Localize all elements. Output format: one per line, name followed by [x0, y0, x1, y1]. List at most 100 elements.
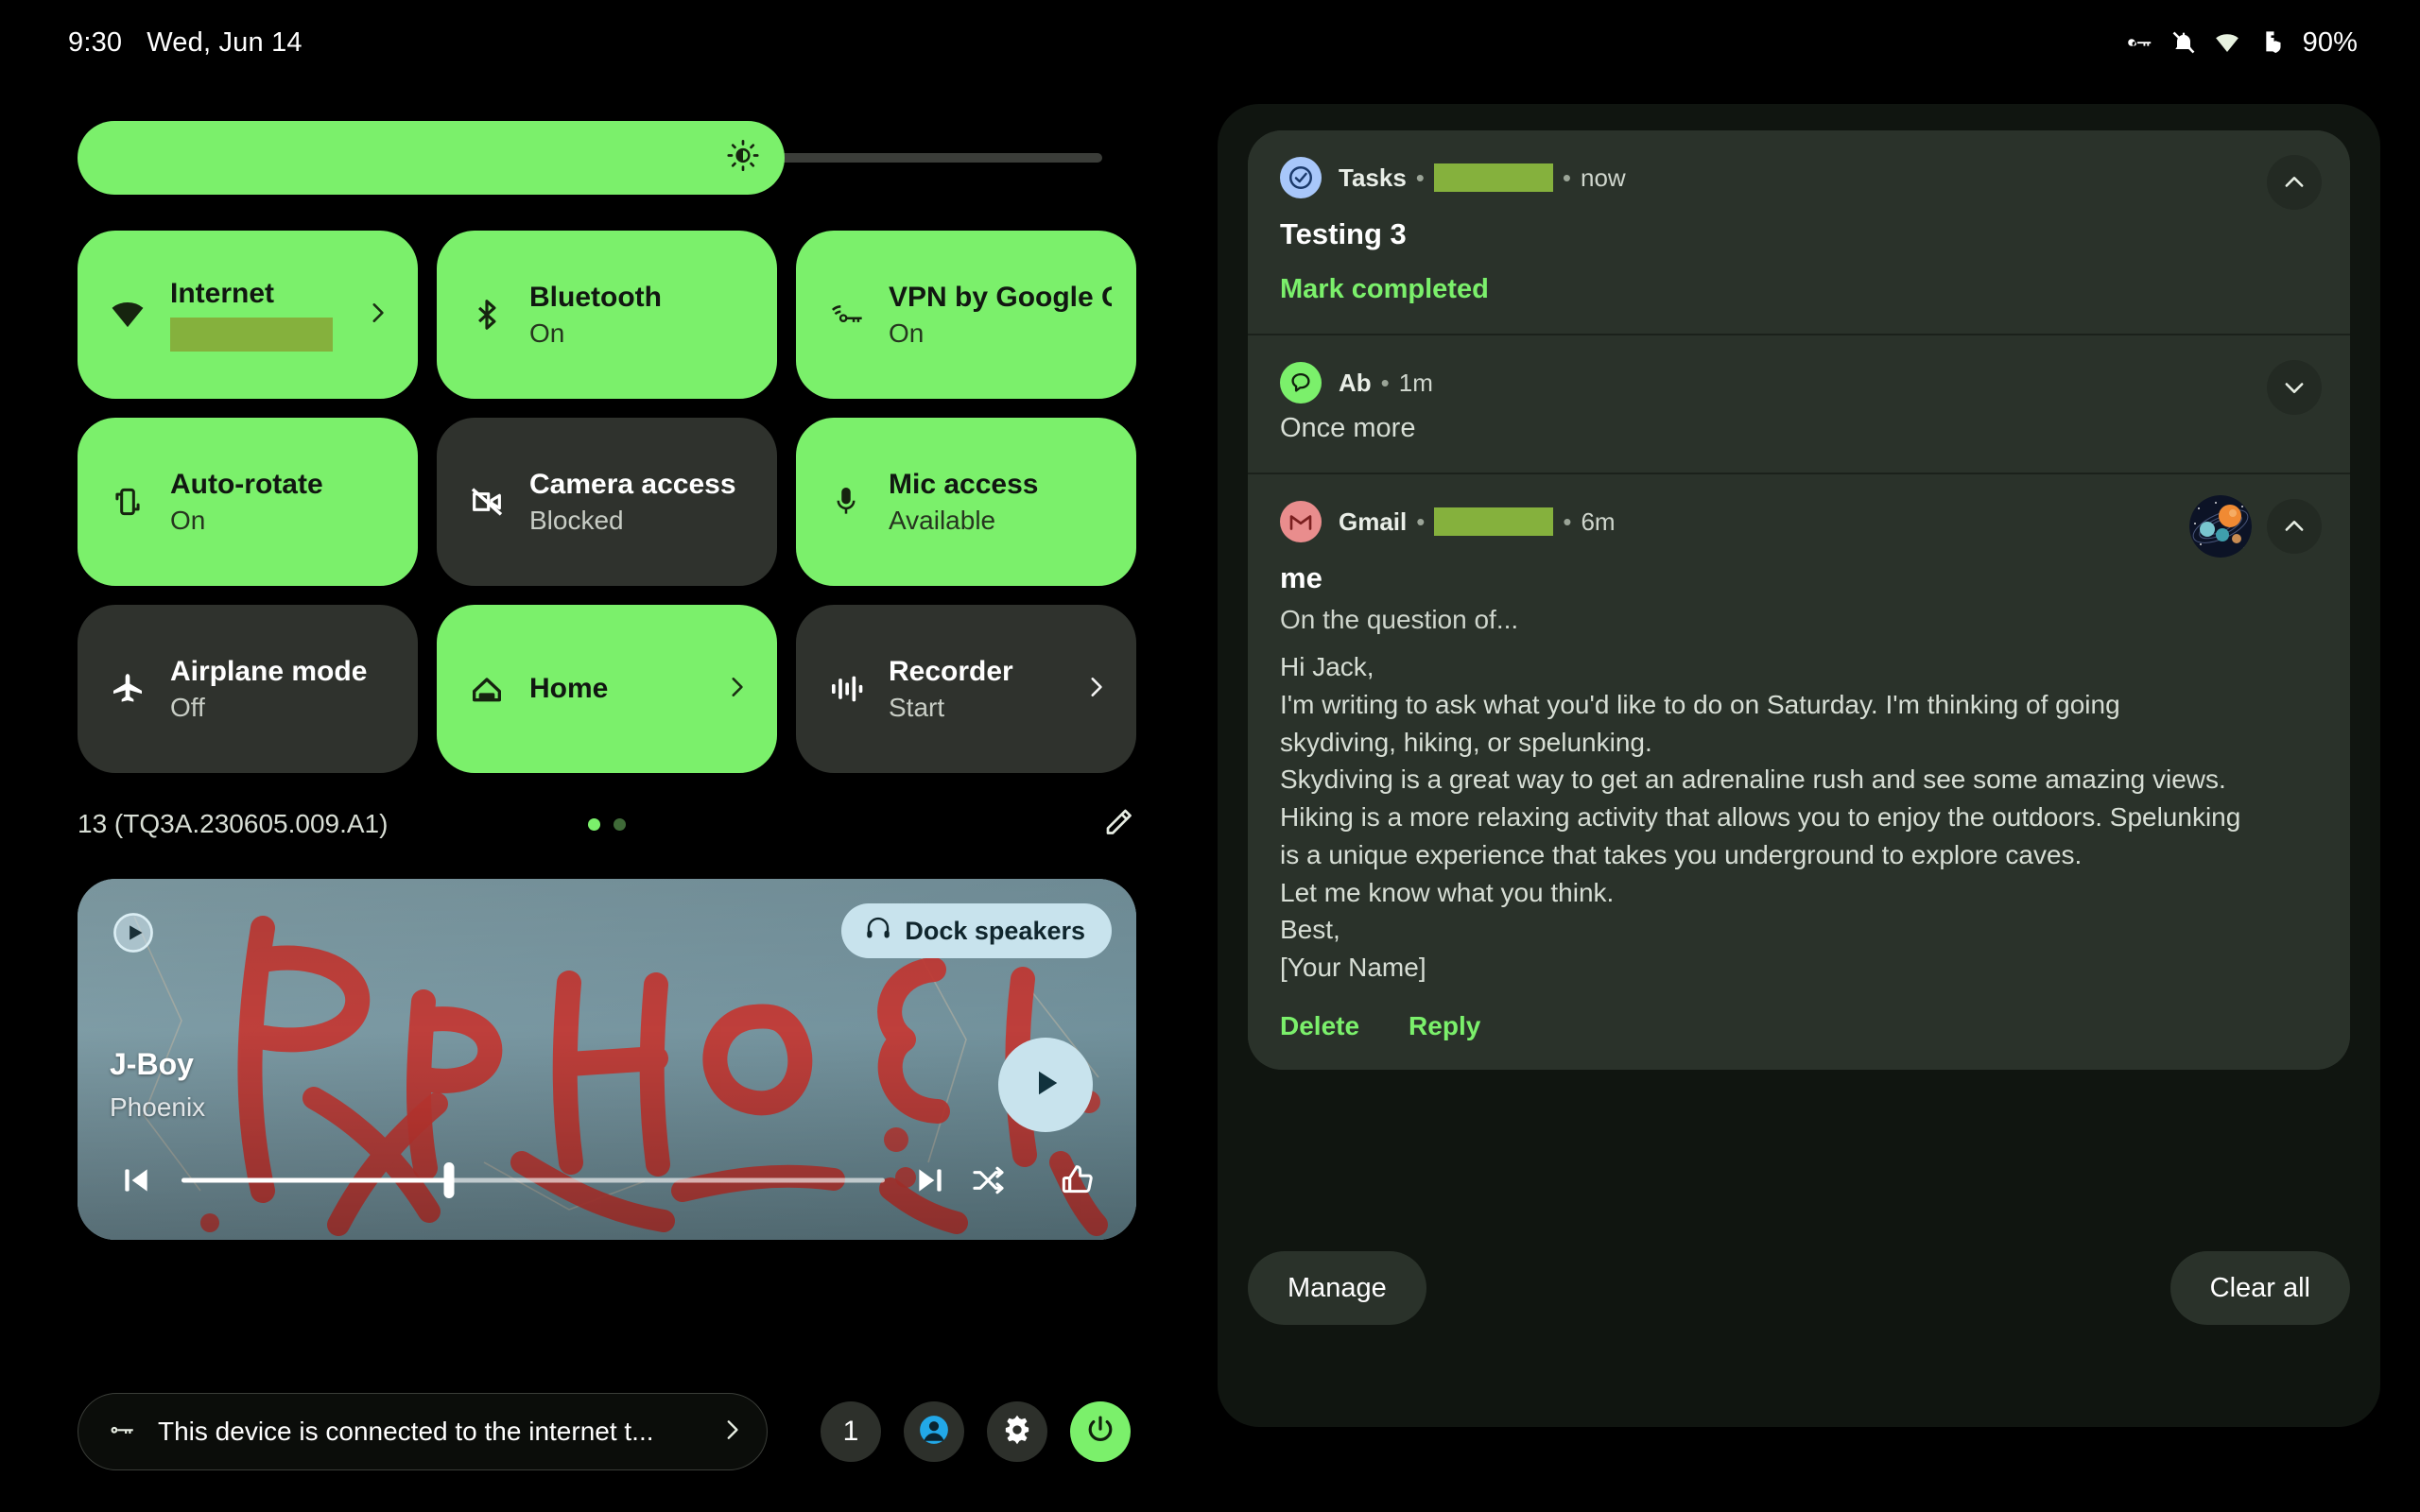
- brightness-icon: [725, 138, 761, 179]
- notification-header: Ab • 1m: [1280, 362, 2318, 404]
- skip-previous-icon[interactable]: [112, 1161, 161, 1199]
- battery-percent: 90%: [2302, 26, 2358, 58]
- tile-vpn-text: VPN by Google One On: [889, 282, 1112, 349]
- notification-action-reply[interactable]: Reply: [1409, 1011, 1480, 1041]
- manage-button[interactable]: Manage: [1248, 1251, 1426, 1325]
- media-seek-thumb[interactable]: [443, 1162, 455, 1198]
- body-line: Hiking is a more relaxing activity that …: [1280, 802, 2241, 832]
- brightness-slider[interactable]: [78, 121, 1102, 195]
- power-icon: [1083, 1413, 1117, 1452]
- tile-home[interactable]: Home: [437, 605, 777, 773]
- tile-bluetooth-text: Bluetooth On: [529, 282, 752, 349]
- chevron-up-icon[interactable]: [2267, 499, 2322, 554]
- vpn-key-icon: [822, 296, 870, 334]
- home-icon: [463, 670, 510, 708]
- planets-avatar-icon: [2189, 495, 2252, 558]
- notification-action-mark-completed[interactable]: Mark completed: [1280, 274, 2318, 305]
- page-dot-2[interactable]: [614, 817, 626, 831]
- status-date: Wed, Jun 14: [147, 26, 302, 58]
- notification-messages[interactable]: Ab • 1m Once more: [1248, 334, 2350, 472]
- tile-auto-rotate-label: Auto-rotate: [170, 468, 323, 500]
- meta-separator: •: [1416, 507, 1426, 536]
- tile-bluetooth-state: On: [529, 318, 565, 349]
- chevron-right-icon[interactable]: [1083, 675, 1112, 704]
- notification-action-delete[interactable]: Delete: [1280, 1011, 1359, 1041]
- headphones-icon: [864, 914, 892, 949]
- tile-internet-label: Internet: [170, 278, 275, 310]
- meta-separator: •: [1415, 163, 1425, 192]
- media-play-badge-icon: [112, 911, 155, 954]
- recorder-icon: [822, 670, 870, 708]
- clear-all-button[interactable]: Clear all: [2169, 1251, 2350, 1325]
- edit-tiles-button[interactable]: [1102, 805, 1136, 844]
- tile-vpn-state: On: [889, 318, 925, 349]
- notification-subject: On the question of...: [1280, 605, 1519, 634]
- settings-button[interactable]: [987, 1401, 1047, 1462]
- tile-mic-access-label: Mic access: [889, 468, 1039, 500]
- airplane-icon: [104, 670, 151, 708]
- body-line: is a unique experience that takes you un…: [1280, 839, 2083, 869]
- body-line: Hi Jack,: [1280, 652, 1374, 681]
- camera-off-icon: [463, 483, 510, 521]
- notification-tasks[interactable]: Tasks • • now Testing 3 Mark completed: [1248, 130, 2350, 334]
- device-status-chip[interactable]: This device is connected to the internet…: [78, 1393, 768, 1470]
- quick-settings-tiles: Internet Bluetooth On VPN by Google On A…: [78, 231, 1136, 773]
- tile-recorder[interactable]: Recorder Start: [796, 605, 1136, 773]
- notification-app-name: Tasks: [1339, 163, 1407, 192]
- tile-camera-access-label: Camera access: [529, 468, 736, 500]
- user-avatar-icon: [916, 1412, 952, 1452]
- tile-camera-access-state: Blocked: [529, 506, 624, 536]
- notification-time: now: [1581, 163, 1626, 192]
- tile-airplane-mode[interactable]: Airplane mode Off: [78, 605, 418, 773]
- notification-gmail[interactable]: Gmail • • 6m me On the question of... Hi…: [1248, 472, 2350, 1070]
- meta-separator: •: [1380, 368, 1390, 397]
- messages-bubble-icon: [1280, 362, 1322, 404]
- user-switch-button[interactable]: [904, 1401, 964, 1462]
- vpn-key-icon: [2126, 28, 2154, 57]
- pencil-edit-icon: [1102, 809, 1136, 843]
- media-artist: Phoenix: [110, 1092, 206, 1122]
- page-indicator[interactable]: [588, 817, 626, 831]
- chevron-up-icon[interactable]: [2267, 155, 2322, 210]
- media-output-chip[interactable]: Dock speakers: [841, 903, 1112, 958]
- tile-auto-rotate[interactable]: Auto-rotate On: [78, 418, 418, 586]
- notifications-off-icon: [2170, 29, 2197, 56]
- body-line: skydiving, hiking, or spelunking.: [1280, 727, 1652, 757]
- microphone-icon: [822, 484, 870, 520]
- media-player[interactable]: Dock speakers J-Boy Phoenix: [78, 879, 1136, 1240]
- media-seek-slider[interactable]: [182, 1153, 885, 1208]
- tile-airplane-mode-text: Airplane mode Off: [170, 656, 393, 723]
- notification-count-badge[interactable]: 1: [821, 1401, 881, 1462]
- chevron-down-icon[interactable]: [2267, 360, 2322, 415]
- notification-actions: Delete Reply: [1280, 1011, 2318, 1041]
- build-version: 13 (TQ3A.230605.009.A1): [78, 809, 389, 838]
- media-controls: [78, 1153, 1136, 1208]
- tile-mic-access-state: Available: [889, 506, 996, 536]
- media-play-button[interactable]: [998, 1038, 1093, 1132]
- quick-settings-column: Internet Bluetooth On VPN by Google On A…: [0, 121, 1201, 1240]
- page-dot-1[interactable]: [588, 817, 600, 831]
- tile-mic-access[interactable]: Mic access Available: [796, 418, 1136, 586]
- chevron-right-icon[interactable]: [719, 1418, 744, 1447]
- shuffle-icon[interactable]: [964, 1161, 1013, 1199]
- tile-internet[interactable]: Internet: [78, 231, 418, 399]
- power-button[interactable]: [1070, 1401, 1131, 1462]
- meta-separator: •: [1563, 507, 1572, 536]
- skip-next-icon[interactable]: [906, 1161, 955, 1199]
- media-output-label: Dock speakers: [905, 916, 1085, 945]
- notification-body: Hi Jack, I'm writing to ask what you'd l…: [1280, 648, 2318, 987]
- battery-shield-icon: [2257, 29, 2284, 56]
- notification-panel: Tasks • • now Testing 3 Mark completed A…: [1218, 104, 2380, 1427]
- tile-internet-network-redacted: [170, 317, 333, 352]
- notification-panel-footer: Manage Clear all: [1248, 1251, 2350, 1325]
- notification-account-redacted: [1434, 507, 1554, 536]
- tile-bluetooth[interactable]: Bluetooth On: [437, 231, 777, 399]
- tile-vpn-label: VPN by Google One: [889, 281, 1112, 313]
- chevron-right-icon[interactable]: [365, 301, 393, 330]
- tile-camera-access[interactable]: Camera access Blocked: [437, 418, 777, 586]
- vpn-key-icon: [105, 1414, 137, 1451]
- tile-vpn[interactable]: VPN by Google One On: [796, 231, 1136, 399]
- gear-icon: [1000, 1413, 1034, 1452]
- thumbs-up-icon[interactable]: [1053, 1161, 1102, 1199]
- chevron-right-icon[interactable]: [724, 675, 752, 704]
